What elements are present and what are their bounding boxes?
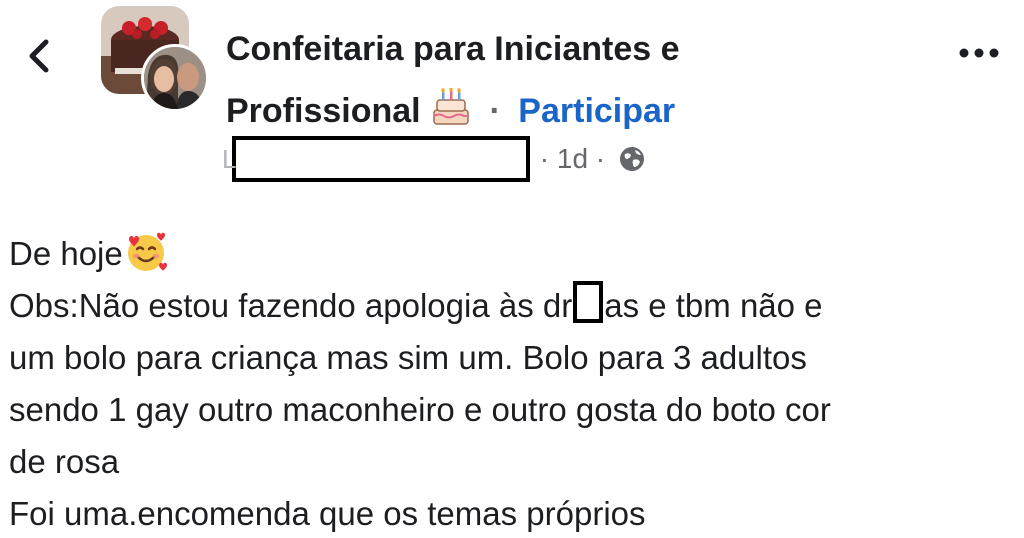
post-line-1-text: De hoje bbox=[9, 235, 123, 272]
post-line-2: Obs:Não estou fazendo apologia às dr as e… bbox=[9, 280, 1019, 332]
post-line-6: Foi uma.encomenda que os temas próprios bbox=[9, 495, 646, 532]
post-line-2-start: Obs:Não estou fazendo apologia às dr bbox=[9, 287, 573, 324]
post-line-5: de rosa bbox=[9, 443, 120, 480]
more-options-button[interactable] bbox=[956, 44, 1002, 62]
post-meta: L · 1d · bbox=[222, 136, 645, 182]
post-line-1: De hoje bbox=[9, 228, 1019, 280]
join-group-link[interactable]: Participar bbox=[518, 92, 675, 130]
smiling-face-with-hearts-icon bbox=[123, 229, 169, 275]
chevron-left-icon bbox=[29, 39, 49, 73]
group-avatar[interactable] bbox=[101, 6, 211, 112]
birthday-cake-icon bbox=[430, 86, 472, 126]
group-name-line1: Confeitaria para Iniciantes e bbox=[226, 30, 680, 68]
back-button[interactable] bbox=[22, 36, 56, 76]
post-time[interactable]: · 1d · bbox=[540, 143, 605, 174]
separator-dot: · bbox=[489, 92, 501, 130]
post-line-4: sendo 1 gay outro maconheiro e outro gos… bbox=[9, 391, 831, 428]
group-title[interactable]: Confeitaria para Iniciantes e Profission… bbox=[226, 18, 846, 142]
more-options-icon bbox=[959, 48, 999, 58]
censored-letter-box bbox=[573, 281, 604, 323]
group-name-line2: Profissional bbox=[226, 92, 421, 130]
post-line-2-end: as e tbm não e bbox=[604, 287, 823, 324]
redacted-author-name[interactable]: L bbox=[222, 136, 530, 182]
globe-icon bbox=[619, 146, 645, 172]
post-text: De hoje Obs:Não estou fazendo apologia à… bbox=[9, 228, 1019, 538]
post-screen: Confeitaria para Iniciantes e Profission… bbox=[0, 0, 1024, 538]
user-avatar bbox=[141, 44, 209, 112]
redacted-author-fragment: L bbox=[222, 144, 237, 174]
post-line-3: um bolo para criança mas sim um. Bolo pa… bbox=[9, 339, 807, 376]
